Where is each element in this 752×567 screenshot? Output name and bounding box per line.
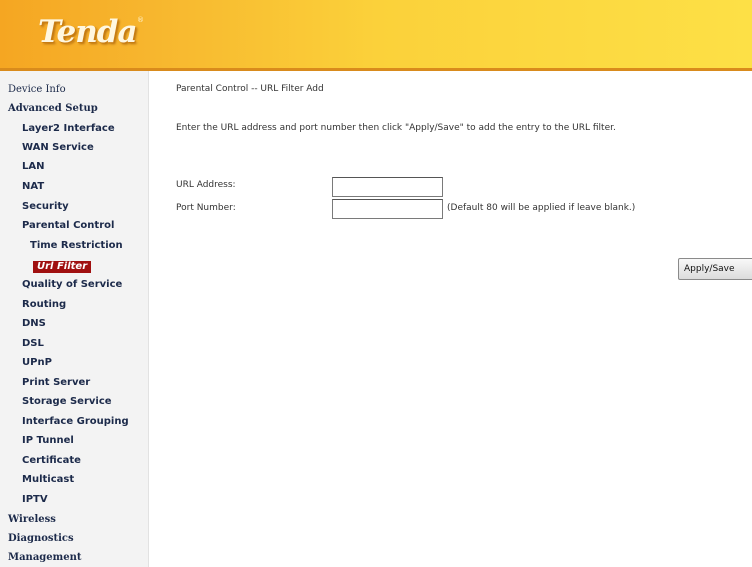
- port-default-hint: (Default 80 will be applied if leave bla…: [447, 203, 636, 213]
- sidebar-item-device-info[interactable]: Device Info: [8, 81, 66, 99]
- sidebar-item-upnp[interactable]: UPnP: [22, 354, 52, 372]
- sidebar-item-wireless[interactable]: Wireless: [8, 511, 56, 529]
- registered-mark-icon: ®: [137, 16, 144, 24]
- sidebar-item-routing[interactable]: Routing: [22, 296, 66, 314]
- sidebar-item-parental-control[interactable]: Parental Control: [22, 217, 114, 235]
- sidebar-item-certificate[interactable]: Certificate: [22, 452, 81, 470]
- sidebar-item-ip-tunnel[interactable]: IP Tunnel: [22, 432, 74, 450]
- url-address-field[interactable]: [332, 177, 443, 197]
- sidebar-nav: Device Info Advanced Setup Layer2 Interf…: [0, 71, 149, 567]
- sidebar-item-management[interactable]: Management: [8, 549, 82, 567]
- sidebar-item-print-server[interactable]: Print Server: [22, 374, 90, 392]
- instructions-text: Enter the URL address and port number th…: [176, 123, 616, 133]
- sidebar-item-security[interactable]: Security: [22, 198, 69, 216]
- header-banner: Tenda ®: [0, 0, 752, 68]
- sidebar-item-multicast[interactable]: Multicast: [22, 471, 74, 489]
- sidebar-item-wan-service[interactable]: WAN Service: [22, 139, 94, 157]
- sidebar-item-storage-service[interactable]: Storage Service: [22, 393, 112, 411]
- apply-save-button[interactable]: Apply/Save: [678, 258, 752, 280]
- sidebar-item-nat[interactable]: NAT: [22, 178, 44, 196]
- port-number-field[interactable]: [332, 199, 443, 219]
- url-address-label: URL Address:: [176, 180, 236, 190]
- port-number-label: Port Number:: [176, 203, 236, 213]
- sidebar-item-advanced-setup[interactable]: Advanced Setup: [8, 100, 98, 118]
- sidebar-item-interface-grouping[interactable]: Interface Grouping: [22, 413, 129, 431]
- sidebar-item-dns[interactable]: DNS: [22, 315, 46, 333]
- page-title: Parental Control -- URL Filter Add: [176, 84, 324, 94]
- sidebar-item-dsl[interactable]: DSL: [22, 335, 44, 353]
- sidebar-item-layer2-interface[interactable]: Layer2 Interface: [22, 120, 115, 138]
- tenda-logo: Tenda: [38, 14, 138, 50]
- sidebar-item-diagnostics[interactable]: Diagnostics: [8, 530, 74, 548]
- sidebar-item-quality-of-service[interactable]: Quality of Service: [22, 276, 122, 294]
- sidebar-item-iptv[interactable]: IPTV: [22, 491, 48, 509]
- sidebar-item-time-restriction[interactable]: Time Restriction: [30, 237, 123, 255]
- sidebar-item-lan[interactable]: LAN: [22, 158, 44, 176]
- main-content: Parental Control -- URL Filter Add Enter…: [149, 71, 752, 567]
- sidebar-item-url-filter[interactable]: Url Filter: [33, 261, 92, 273]
